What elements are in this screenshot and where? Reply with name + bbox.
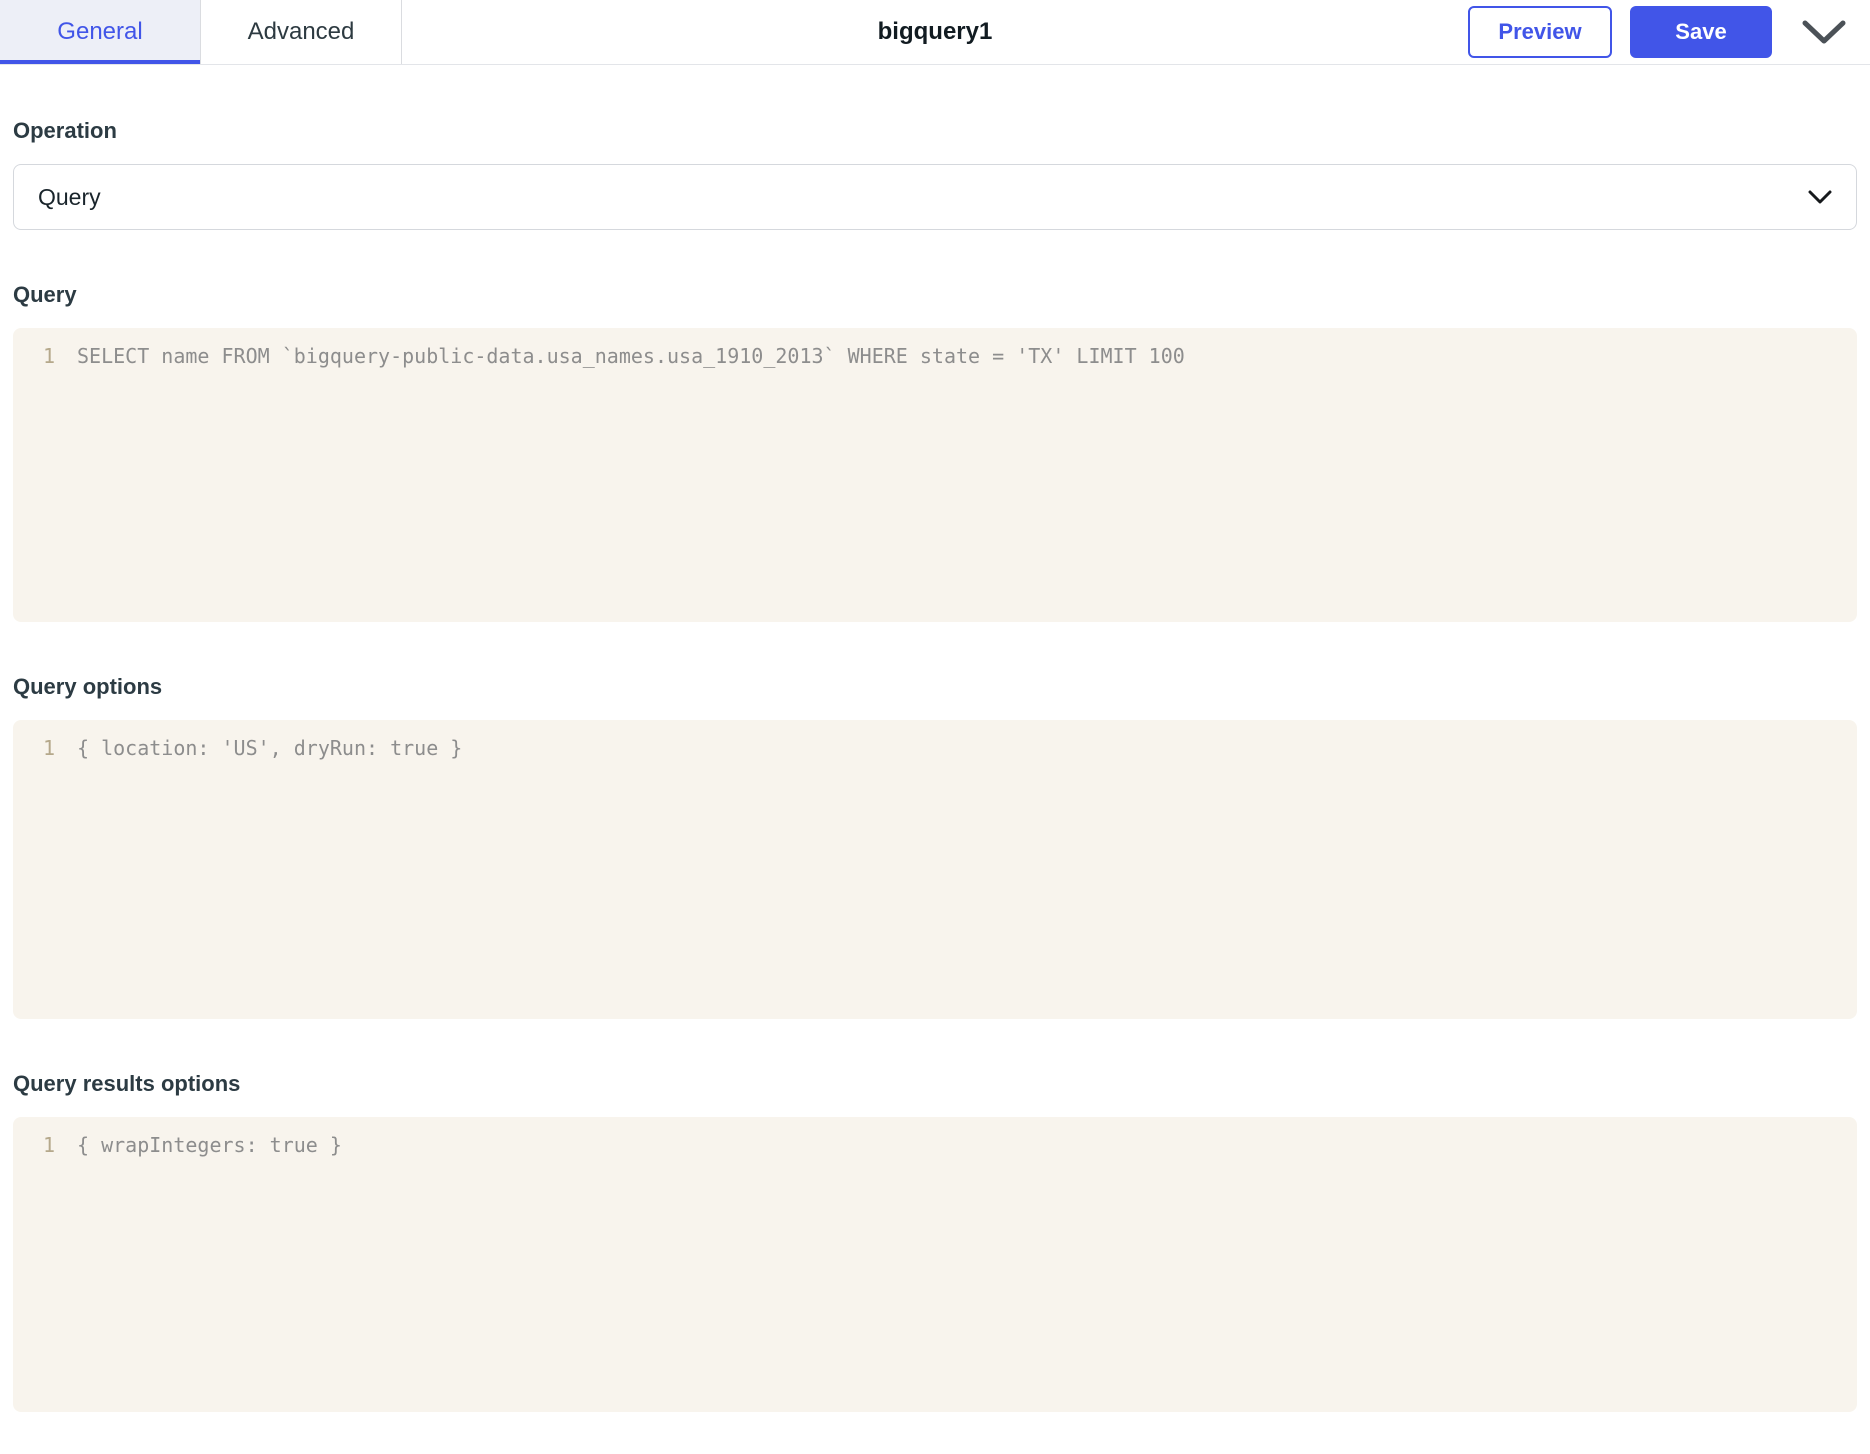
chevron-down-icon bbox=[1801, 19, 1847, 45]
query-options-label: Query options bbox=[13, 674, 163, 699]
form-panel: Operation Query Query 1 SELECT name FROM… bbox=[0, 118, 1870, 1412]
top-bar-right: bigquery1 Preview Save bbox=[402, 0, 1870, 64]
chevron-down-icon bbox=[1808, 190, 1832, 204]
query-options-code-text: { location: 'US', dryRun: true } bbox=[77, 736, 463, 760]
line-number: 1 bbox=[42, 1133, 55, 1157]
code-line: 1 { location: 'US', dryRun: true } bbox=[13, 733, 1857, 763]
top-bar: General Advanced bigquery1 Preview Save bbox=[0, 0, 1870, 65]
operation-select-value: Query bbox=[38, 183, 101, 210]
tab-advanced-label: Advanced bbox=[247, 18, 355, 45]
query-results-options-code-text: { wrapIntegers: true } bbox=[77, 1133, 342, 1157]
query-code-text: SELECT name FROM `bigquery-public-data.u… bbox=[77, 344, 1185, 368]
operation-label: Operation bbox=[13, 118, 117, 143]
query-results-options-label: Query results options bbox=[13, 1071, 241, 1096]
save-button[interactable]: Save bbox=[1630, 6, 1772, 58]
line-number: 1 bbox=[42, 736, 55, 760]
code-line: 1 { wrapIntegers: true } bbox=[13, 1130, 1857, 1160]
operation-select[interactable]: Query bbox=[13, 164, 1857, 230]
query-code-editor[interactable]: 1 SELECT name FROM `bigquery-public-data… bbox=[13, 328, 1857, 622]
more-actions-button[interactable] bbox=[1796, 6, 1852, 58]
line-number: 1 bbox=[42, 344, 55, 368]
query-results-options-editor[interactable]: 1 { wrapIntegers: true } bbox=[13, 1117, 1857, 1412]
code-line: 1 SELECT name FROM `bigquery-public-data… bbox=[13, 341, 1857, 371]
query-options-editor[interactable]: 1 { location: 'US', dryRun: true } bbox=[13, 720, 1857, 1019]
tab-general[interactable]: General bbox=[0, 0, 201, 64]
preview-button[interactable]: Preview bbox=[1468, 6, 1612, 58]
tab-general-label: General bbox=[57, 18, 143, 45]
tab-advanced[interactable]: Advanced bbox=[201, 0, 402, 64]
query-label: Query bbox=[13, 282, 77, 307]
query-title: bigquery1 bbox=[877, 18, 993, 45]
